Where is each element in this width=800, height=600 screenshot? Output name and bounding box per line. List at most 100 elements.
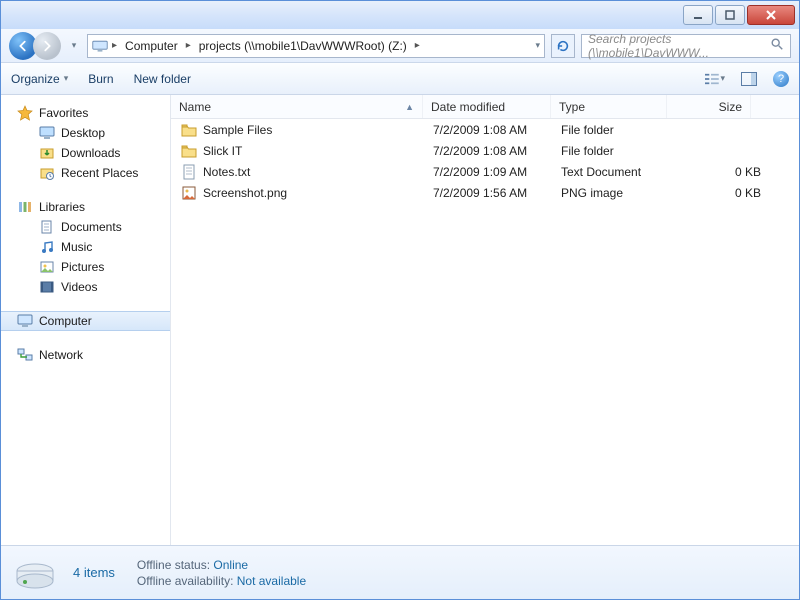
sort-asc-icon: ▲ <box>405 102 414 112</box>
txt-icon <box>181 164 197 180</box>
search-icon <box>770 37 784 54</box>
png-icon <box>181 185 197 201</box>
nav-favorites[interactable]: Favorites <box>1 103 170 123</box>
breadcrumb-arrow-icon[interactable]: ▸ <box>110 40 119 51</box>
computer-icon <box>92 38 108 54</box>
nav-pictures[interactable]: Pictures <box>1 257 170 277</box>
file-name: Slick IT <box>203 144 242 158</box>
desktop-icon <box>39 125 55 141</box>
table-row[interactable]: Notes.txt 7/2/2009 1:09 AMText Document0 … <box>171 161 799 182</box>
nav-network[interactable]: Network <box>1 345 170 365</box>
breadcrumb-path[interactable]: projects (\\mobile1\DavWWWRoot) (Z:) <box>195 37 411 55</box>
file-date: 7/2/2009 1:08 AM <box>433 144 561 158</box>
help-button[interactable]: ? <box>773 71 789 87</box>
libraries-icon <box>17 199 33 215</box>
folder-icon <box>181 122 197 138</box>
file-size: 0 KB <box>677 165 761 179</box>
nav-recent-places[interactable]: Recent Places <box>1 163 170 183</box>
close-button[interactable] <box>747 5 795 25</box>
nav-label: Documents <box>61 220 122 234</box>
nav-documents[interactable]: Documents <box>1 217 170 237</box>
organize-label: Organize <box>11 72 60 86</box>
folder-icon <box>181 143 197 159</box>
file-rows: Sample Files7/2/2009 1:08 AMFile folderS… <box>171 119 799 545</box>
breadcrumb-arrow-icon[interactable]: ▸ <box>413 40 422 51</box>
nav-downloads[interactable]: Downloads <box>1 143 170 163</box>
nav-label: Music <box>61 240 92 254</box>
address-dropdown[interactable]: ▾ <box>535 40 540 51</box>
file-type: PNG image <box>561 186 677 200</box>
drive-icon <box>13 555 57 591</box>
nav-label: Network <box>39 348 83 362</box>
organize-menu[interactable]: Organize ▾ <box>11 72 68 86</box>
forward-button[interactable] <box>33 32 61 60</box>
search-placeholder: Search projects (\\mobile1\DavWWW... <box>588 32 770 60</box>
nav-label: Libraries <box>39 200 85 214</box>
command-bar: Organize ▾ Burn New folder ▾ ? <box>1 63 799 95</box>
file-list-pane: Name▲ Date modified Type Size Sample Fil… <box>171 95 799 545</box>
offline-availability-label: Offline availability: <box>137 574 234 588</box>
chevron-down-icon: ▾ <box>720 73 725 84</box>
file-date: 7/2/2009 1:09 AM <box>433 165 561 179</box>
refresh-button[interactable] <box>551 34 575 58</box>
nav-history-dropdown[interactable]: ▾ <box>67 40 81 51</box>
navigation-pane: Favorites Desktop Downloads Recent Place… <box>1 95 171 545</box>
column-date[interactable]: Date modified <box>423 95 551 118</box>
file-name: Screenshot.png <box>203 186 287 200</box>
nav-label: Recent Places <box>61 166 138 180</box>
network-icon <box>17 347 33 363</box>
nav-desktop[interactable]: Desktop <box>1 123 170 143</box>
explorer-window: ▾ ▸ Computer ▸ projects (\\mobile1\DavWW… <box>0 0 800 600</box>
nav-label: Favorites <box>39 106 88 120</box>
offline-status-label: Offline status: <box>137 558 210 572</box>
breadcrumb-arrow-icon[interactable]: ▸ <box>184 40 193 51</box>
nav-libraries[interactable]: Libraries <box>1 197 170 217</box>
search-input[interactable]: Search projects (\\mobile1\DavWWW... <box>581 34 791 58</box>
table-row[interactable]: Slick IT7/2/2009 1:08 AMFile folder <box>171 140 799 161</box>
item-count: 4 items <box>73 565 115 580</box>
preview-pane-button[interactable] <box>739 69 759 89</box>
computer-icon <box>17 313 33 329</box>
file-type: File folder <box>561 123 677 137</box>
navbar: ▾ ▸ Computer ▸ projects (\\mobile1\DavWW… <box>1 29 799 63</box>
column-name[interactable]: Name▲ <box>171 95 423 118</box>
table-row[interactable]: Sample Files 7/2/2009 1:08 AMFile folder <box>171 119 799 140</box>
pictures-icon <box>39 259 55 275</box>
downloads-icon <box>39 145 55 161</box>
chevron-down-icon: ▾ <box>64 73 69 84</box>
address-bar[interactable]: ▸ Computer ▸ projects (\\mobile1\DavWWWR… <box>87 34 545 58</box>
titlebar <box>1 1 799 29</box>
nav-label: Videos <box>61 280 97 294</box>
minimize-button[interactable] <box>683 5 713 25</box>
column-size[interactable]: Size <box>667 95 751 118</box>
nav-videos[interactable]: Videos <box>1 277 170 297</box>
table-row[interactable]: Screenshot.png7/2/2009 1:56 AMPNG image0… <box>171 182 799 203</box>
file-date: 7/2/2009 1:08 AM <box>433 123 561 137</box>
nav-label: Computer <box>39 314 92 328</box>
file-size: 0 KB <box>677 186 761 200</box>
file-type: Text Document <box>561 165 677 179</box>
details-pane: 4 items Offline status: Online Offline a… <box>1 545 799 599</box>
nav-computer[interactable]: Computer <box>1 311 170 331</box>
nav-label: Desktop <box>61 126 105 140</box>
nav-label: Downloads <box>61 146 120 160</box>
offline-availability-value: Not available <box>237 574 306 588</box>
nav-buttons <box>9 32 61 60</box>
column-type[interactable]: Type <box>551 95 667 118</box>
view-options-button[interactable]: ▾ <box>705 69 725 89</box>
column-headers: Name▲ Date modified Type Size <box>171 95 799 119</box>
documents-icon <box>39 219 55 235</box>
maximize-button[interactable] <box>715 5 745 25</box>
music-icon <box>39 239 55 255</box>
newfolder-button[interactable]: New folder <box>134 72 191 86</box>
burn-button[interactable]: Burn <box>88 72 113 86</box>
star-icon <box>17 105 33 121</box>
recent-icon <box>39 165 55 181</box>
videos-icon <box>39 279 55 295</box>
nav-music[interactable]: Music <box>1 237 170 257</box>
offline-status-value: Online <box>213 558 248 572</box>
file-name: Sample Files <box>203 123 272 137</box>
breadcrumb-computer[interactable]: Computer <box>121 37 182 55</box>
nav-label: Pictures <box>61 260 104 274</box>
file-name: Notes.txt <box>203 165 250 179</box>
